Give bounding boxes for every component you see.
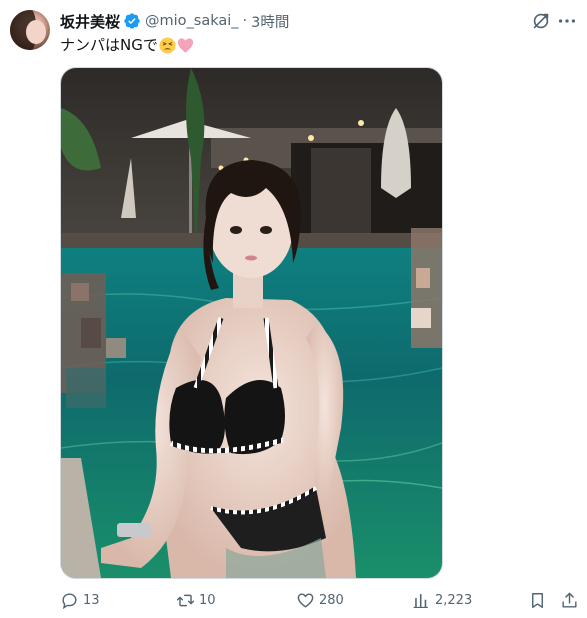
- share-button[interactable]: [560, 589, 579, 611]
- tweet-text-content: ナンパはNGで: [60, 36, 158, 54]
- handle[interactable]: @mio_sakai_: [145, 13, 239, 29]
- reply-button[interactable]: 13: [60, 589, 100, 611]
- bookmark-button[interactable]: [528, 589, 547, 611]
- grok-icon[interactable]: [530, 10, 552, 32]
- photo-pool-scene: [61, 68, 442, 578]
- views-button[interactable]: 2,223: [412, 589, 472, 611]
- view-count: 2,223: [435, 592, 473, 608]
- avatar[interactable]: [10, 10, 50, 50]
- pink-heart-emoji: [177, 37, 193, 53]
- tweet-text: ナンパはNGで: [60, 35, 194, 55]
- share-icon: [562, 592, 577, 608]
- tweet-card[interactable]: 坂井美桜 @mio_sakai_ · 3時間 ナンパはNGで 13 10 280…: [0, 0, 587, 618]
- tweet-photo[interactable]: [60, 67, 443, 579]
- avatar-face: [26, 20, 46, 44]
- bookmark-icon: [532, 592, 543, 608]
- analytics-icon: [413, 593, 428, 608]
- retweet-icon: [176, 594, 195, 606]
- verified-badge-icon: [124, 13, 140, 29]
- separator-dot: ·: [242, 13, 248, 29]
- more-options-icon[interactable]: [556, 10, 578, 32]
- like-count: 280: [319, 592, 344, 608]
- retweet-count: 10: [199, 592, 216, 608]
- tired-face-emoji: [159, 36, 176, 54]
- reply-icon: [62, 592, 77, 609]
- heart-icon: [297, 592, 314, 608]
- retweet-button[interactable]: 10: [176, 589, 216, 611]
- reply-count: 13: [83, 592, 100, 608]
- like-button[interactable]: 280: [296, 589, 344, 611]
- timestamp[interactable]: 3時間: [251, 11, 289, 32]
- display-name[interactable]: 坂井美桜: [60, 11, 120, 32]
- action-bar: 13 10 280 2,223: [60, 589, 580, 611]
- tweet-header: 坂井美桜 @mio_sakai_ · 3時間: [60, 11, 289, 31]
